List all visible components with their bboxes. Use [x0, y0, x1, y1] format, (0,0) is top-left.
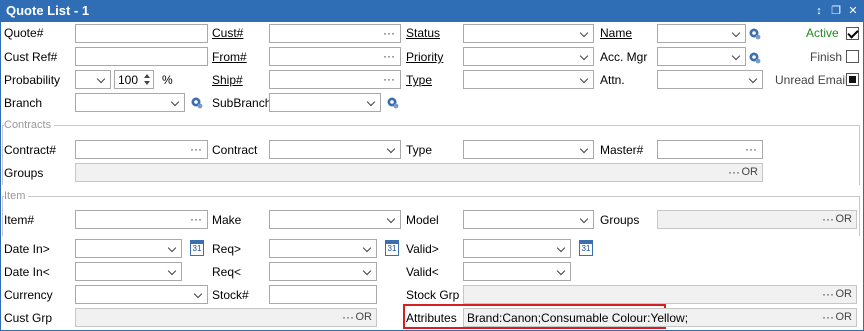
pin-icon[interactable]: ↕: [812, 4, 826, 18]
percent-sign: %: [162, 73, 173, 87]
currency-label: Currency: [4, 288, 53, 302]
branch-label: Branch: [4, 96, 43, 110]
subbranch-select[interactable]: [269, 93, 381, 112]
window-title: Quote List - 1: [6, 3, 90, 18]
item-groups-label: Groups: [600, 213, 640, 227]
date-in-lt-select[interactable]: [75, 262, 182, 281]
unread-email-label: Unread Email: [775, 73, 848, 87]
name-label[interactable]: Name: [600, 26, 632, 40]
item-groups-input[interactable]: ··· OR: [657, 210, 857, 229]
finish-label: Finish: [810, 50, 843, 64]
gear-icon[interactable]: [747, 26, 761, 40]
priority-select[interactable]: [463, 47, 594, 66]
acc-mgr-label: Acc. Mgr: [600, 50, 648, 64]
active-label: Active: [806, 26, 839, 40]
req-gt-select[interactable]: [269, 239, 377, 258]
status-label[interactable]: Status: [406, 26, 440, 40]
valid-lt-label: Valid<: [406, 265, 439, 279]
gear-icon[interactable]: [385, 95, 399, 109]
contracts-section-label: Contracts: [4, 119, 55, 131]
unread-email-checkbox[interactable]: [846, 73, 859, 86]
type-select[interactable]: [463, 70, 594, 89]
make-select[interactable]: [269, 210, 401, 229]
contract-type-select[interactable]: [463, 140, 594, 159]
branch-select[interactable]: [75, 93, 185, 112]
req-lt-select[interactable]: [269, 262, 377, 281]
spin-up-icon: [144, 74, 150, 78]
priority-label[interactable]: Priority: [406, 50, 443, 64]
attributes-label: Attributes: [406, 311, 457, 325]
attn-label: Attn.: [600, 73, 625, 87]
contract-no-label: Contract#: [4, 143, 57, 157]
quote-no-label: Quote#: [4, 26, 44, 40]
attributes-value: Brand:Canon;Consumable Colour:Yellow;: [467, 311, 689, 325]
currency-select[interactable]: [75, 285, 208, 304]
ship-no-label[interactable]: Ship#: [212, 73, 243, 87]
from-no-label[interactable]: From#: [212, 50, 247, 64]
date-in-gt-label: Date In>: [4, 242, 50, 256]
groups-label: Groups: [4, 166, 44, 180]
model-select[interactable]: [463, 210, 594, 229]
valid-lt-select[interactable]: [463, 262, 571, 281]
contract-label: Contract: [212, 143, 258, 157]
groups-input[interactable]: ··· OR: [75, 163, 763, 182]
close-icon[interactable]: ✕: [846, 4, 860, 18]
date-in-lt-label: Date In<: [4, 265, 50, 279]
date-in-gt-select[interactable]: [75, 239, 182, 258]
contract-type-label: Type: [406, 143, 433, 157]
valid-gt-select[interactable]: [463, 239, 571, 258]
master-no-label: Master#: [600, 143, 644, 157]
calendar-icon[interactable]: 31: [579, 240, 593, 256]
from-no-input[interactable]: ···: [269, 47, 401, 66]
restore-icon[interactable]: ❐: [829, 4, 843, 18]
calendar-icon[interactable]: 31: [385, 240, 399, 256]
cust-no-label[interactable]: Cust#: [212, 26, 243, 40]
item-section-label: Item: [4, 190, 29, 202]
cust-ref-input[interactable]: [75, 47, 208, 66]
attributes-input[interactable]: Brand:Canon;Consumable Colour:Yellow; ··…: [463, 308, 857, 327]
cust-grp-input[interactable]: ··· OR: [75, 308, 377, 327]
acc-mgr-select[interactable]: [657, 47, 746, 66]
stock-grp-input[interactable]: ··· OR: [463, 285, 857, 304]
stock-no-label: Stock#: [212, 288, 249, 302]
item-no-label: Item#: [4, 213, 35, 227]
gear-icon[interactable]: [747, 50, 761, 64]
window-title-bar: [0, 0, 864, 22]
subbranch-label: SubBranch: [212, 96, 272, 110]
probability-operator-select[interactable]: [75, 70, 111, 89]
finish-checkbox[interactable]: [846, 50, 859, 63]
name-select[interactable]: [657, 24, 746, 43]
make-label: Make: [212, 213, 242, 227]
model-label: Model: [406, 213, 439, 227]
attn-select[interactable]: [657, 70, 763, 89]
gear-icon[interactable]: [189, 95, 203, 109]
status-select[interactable]: [463, 24, 594, 43]
probability-label: Probability: [4, 73, 61, 87]
stock-no-input[interactable]: [269, 285, 377, 304]
ship-no-input[interactable]: ···: [269, 70, 401, 89]
item-no-input[interactable]: ···: [75, 210, 208, 229]
type-label[interactable]: Type: [406, 73, 432, 87]
active-checkbox[interactable]: [846, 27, 859, 40]
spin-down-icon: [144, 81, 150, 85]
stock-grp-label: Stock Grp: [406, 288, 460, 302]
req-gt-label: Req>: [212, 242, 242, 256]
master-no-input[interactable]: ···: [657, 140, 763, 159]
cust-grp-label: Cust Grp: [4, 311, 53, 325]
probability-spinner[interactable]: 100: [114, 70, 154, 89]
contract-no-input[interactable]: ···: [75, 140, 208, 159]
calendar-icon[interactable]: 31: [190, 240, 204, 256]
contract-select[interactable]: [269, 140, 401, 159]
req-lt-label: Req<: [212, 265, 242, 279]
valid-gt-label: Valid>: [406, 242, 439, 256]
cust-no-input[interactable]: ···: [269, 24, 401, 43]
cust-ref-label: Cust Ref#: [4, 50, 58, 64]
quote-no-input[interactable]: [75, 24, 208, 43]
